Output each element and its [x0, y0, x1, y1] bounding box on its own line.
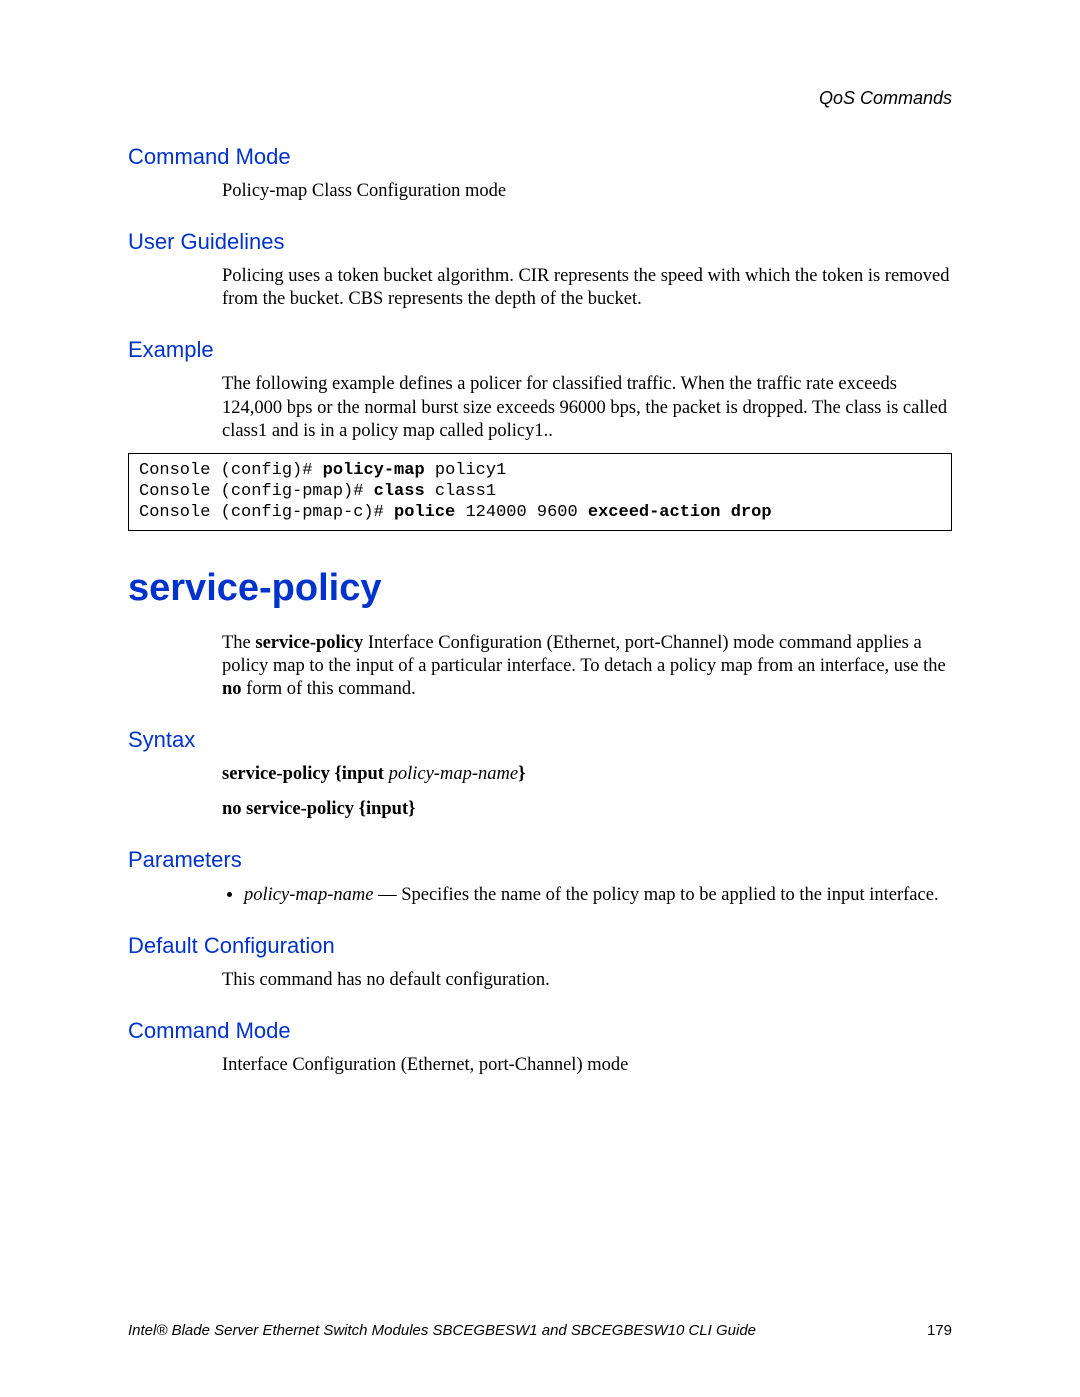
- heading-command-mode-2: Command Mode: [128, 1018, 952, 1044]
- page-content: Command Mode Policy-map Class Configurat…: [128, 144, 952, 1077]
- body-example: The following example defines a policer …: [222, 373, 952, 442]
- body-command-mode-2: Interface Configuration (Ethernet, port-…: [222, 1054, 952, 1077]
- code-l1c: policy1: [425, 461, 507, 480]
- text-default-configuration: This command has no default configuratio…: [222, 969, 952, 992]
- text-user-guidelines: Policing uses a token bucket algorithm. …: [222, 265, 952, 311]
- code-l3b: police: [394, 503, 455, 522]
- page: QoS Commands Command Mode Policy-map Cla…: [0, 0, 1080, 1397]
- body-service-policy-intro: The service-policy Interface Configurati…: [222, 632, 952, 701]
- parameter-item: policy-map-name — Specifies the name of …: [244, 883, 952, 907]
- code-l2b: class: [374, 482, 425, 501]
- param-desc: — Specifies the name of the policy map t…: [373, 885, 938, 905]
- syntax1-a: service-policy {input: [222, 764, 389, 784]
- syntax-line-1: service-policy {input policy-map-name}: [222, 763, 952, 786]
- syntax2: no service-policy {input}: [222, 799, 415, 819]
- intro-p4: no: [222, 679, 242, 699]
- intro-p1: The: [222, 633, 255, 653]
- text-command-mode-1: Policy-map Class Configuration mode: [222, 180, 952, 203]
- body-default-configuration: This command has no default configuratio…: [222, 969, 952, 992]
- heading-example: Example: [128, 337, 952, 363]
- text-command-mode-2: Interface Configuration (Ethernet, port-…: [222, 1054, 952, 1077]
- heading-syntax: Syntax: [128, 727, 952, 753]
- heading-default-configuration: Default Configuration: [128, 933, 952, 959]
- syntax1-b: policy-map-name: [389, 764, 518, 784]
- body-parameters: policy-map-name — Specifies the name of …: [222, 883, 952, 907]
- syntax-line-2: no service-policy {input}: [222, 798, 952, 821]
- body-syntax: service-policy {input policy-map-name} n…: [222, 763, 952, 821]
- heading-parameters: Parameters: [128, 847, 952, 873]
- body-command-mode-1: Policy-map Class Configuration mode: [222, 180, 952, 203]
- heading-service-policy: service-policy: [128, 567, 952, 610]
- body-user-guidelines: Policing uses a token bucket algorithm. …: [222, 265, 952, 311]
- code-l2c: class1: [425, 482, 496, 501]
- running-head: QoS Commands: [819, 88, 952, 109]
- code-l3a: Console (config-pmap-c)#: [139, 503, 394, 522]
- parameters-list: policy-map-name — Specifies the name of …: [244, 883, 952, 907]
- syntax1-c: }: [518, 764, 525, 784]
- page-footer: Intel® Blade Server Ethernet Switch Modu…: [128, 1322, 952, 1339]
- footer-title: Intel® Blade Server Ethernet Switch Modu…: [128, 1322, 756, 1339]
- text-service-policy-intro: The service-policy Interface Configurati…: [222, 632, 952, 701]
- intro-p2: service-policy: [255, 633, 363, 653]
- code-l3d: exceed-action drop: [588, 503, 772, 522]
- code-example: Console (config)# policy-map policy1 Con…: [128, 453, 952, 531]
- footer-page-number: 179: [927, 1322, 952, 1339]
- intro-p5: form of this command.: [242, 679, 416, 699]
- code-l3c: 124000 9600: [455, 503, 588, 522]
- param-name: policy-map-name: [244, 885, 373, 905]
- heading-user-guidelines: User Guidelines: [128, 229, 952, 255]
- code-l2a: Console (config-pmap)#: [139, 482, 374, 501]
- heading-command-mode-1: Command Mode: [128, 144, 952, 170]
- text-example: The following example defines a policer …: [222, 373, 952, 442]
- code-l1a: Console (config)#: [139, 461, 323, 480]
- code-l1b: policy-map: [323, 461, 425, 480]
